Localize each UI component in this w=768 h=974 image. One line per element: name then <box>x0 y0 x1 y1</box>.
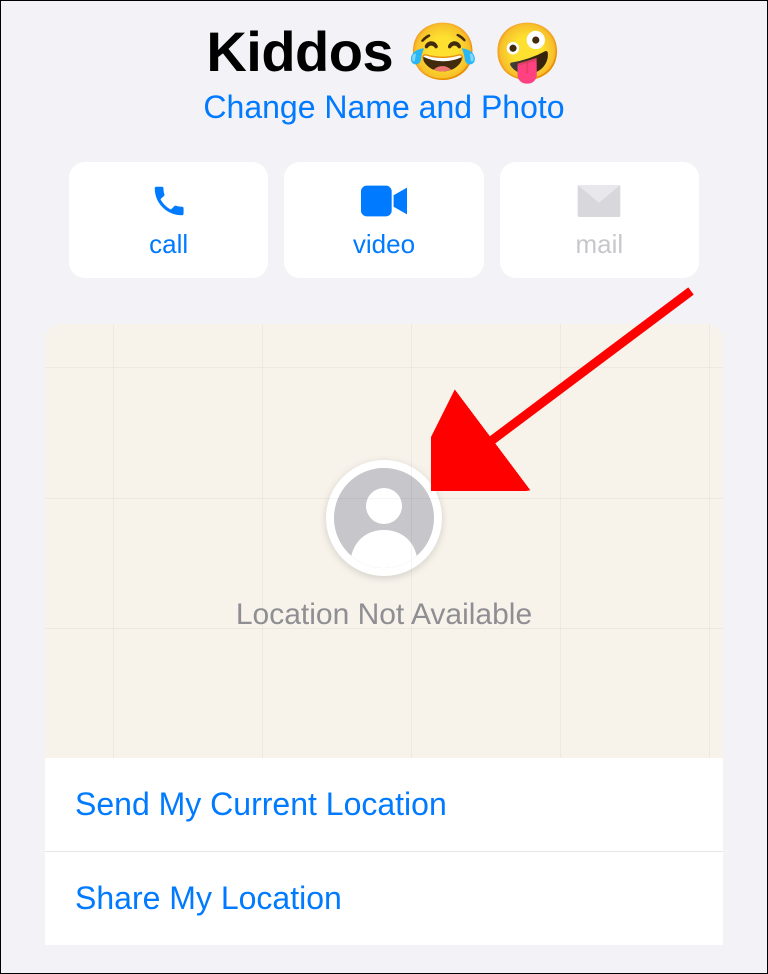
action-row: call video mail <box>1 162 767 278</box>
mail-icon <box>577 181 621 221</box>
video-label: video <box>353 229 415 260</box>
call-button[interactable]: call <box>69 162 268 278</box>
location-options-list: Send My Current Location Share My Locati… <box>45 758 723 945</box>
mail-button[interactable]: mail <box>500 162 699 278</box>
video-button[interactable]: video <box>284 162 483 278</box>
location-card: Location Not Available Send My Current L… <box>45 324 723 945</box>
share-my-location-button[interactable]: Share My Location <box>45 851 723 945</box>
group-title: Kiddos 😂 🤪 <box>1 19 767 85</box>
person-icon <box>334 468 434 568</box>
change-name-photo-link[interactable]: Change Name and Photo <box>1 89 767 126</box>
map-area[interactable]: Location Not Available <box>45 324 723 758</box>
avatar-pin <box>326 460 442 576</box>
send-current-location-button[interactable]: Send My Current Location <box>45 758 723 851</box>
mail-label: mail <box>575 229 623 260</box>
phone-icon <box>150 181 188 221</box>
video-icon <box>361 181 407 221</box>
call-label: call <box>149 229 188 260</box>
